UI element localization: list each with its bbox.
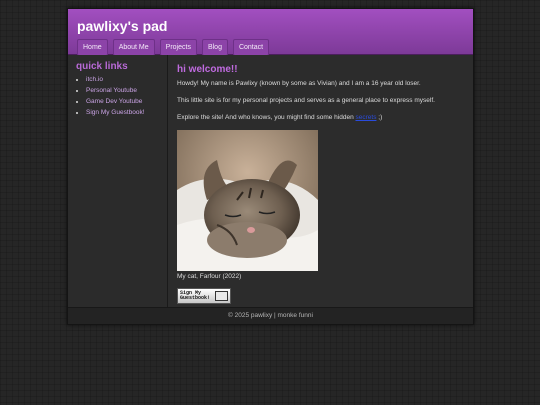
nav-blog-link[interactable]: Blog bbox=[201, 39, 228, 56]
guestbook-button[interactable]: Sign My Guestbook! bbox=[177, 288, 231, 305]
content-row: quick links itch.io Personal Youtube Gam… bbox=[68, 55, 473, 307]
page-container: pawlixy's pad Home About Me Projects Blo… bbox=[67, 8, 474, 325]
explore-before: Explore the site! And who knows, you mig… bbox=[177, 113, 356, 121]
photo-caption: My cat, Farfour (2022) bbox=[177, 273, 242, 281]
site-header: pawlixy's pad Home About Me Projects Blo… bbox=[68, 9, 473, 56]
list-item: Personal Youtube bbox=[86, 87, 159, 94]
intro-text: Howdy! My name is Pawlixy (known by some… bbox=[177, 80, 421, 87]
purpose-text: This little site is for my personal proj… bbox=[177, 96, 435, 104]
explore-after: ;) bbox=[376, 113, 383, 121]
welcome-heading: hi welcome!! bbox=[177, 64, 238, 75]
main-nav: Home About Me Projects Blog Contact bbox=[77, 39, 473, 56]
list-item: Sign My Guestbook! bbox=[86, 109, 159, 116]
sidebar-heading: quick links bbox=[76, 61, 128, 72]
itchio-link[interactable]: itch.io bbox=[86, 76, 103, 83]
cat-photo bbox=[177, 130, 318, 272]
explore-text: Explore the site! And who knows, you mig… bbox=[177, 114, 464, 123]
quick-links-list: itch.io Personal Youtube Game Dev Youtub… bbox=[76, 76, 159, 116]
list-item: Game Dev Youtube bbox=[86, 98, 159, 105]
nav-home-link[interactable]: Home bbox=[77, 39, 108, 56]
nav-projects-link[interactable]: Projects bbox=[159, 39, 197, 56]
site-title: pawlixy's pad bbox=[77, 18, 168, 34]
sidebar: quick links itch.io Personal Youtube Gam… bbox=[68, 55, 168, 307]
nav-about-link[interactable]: About Me bbox=[112, 39, 155, 56]
guestbook-link[interactable]: Sign My Guestbook! bbox=[86, 109, 145, 116]
book-icon bbox=[215, 291, 228, 302]
gamedev-youtube-link[interactable]: Game Dev Youtube bbox=[86, 98, 142, 105]
main-content: hi welcome!! Howdy! My name is Pawlixy (… bbox=[168, 55, 473, 307]
nav-contact-link[interactable]: Contact bbox=[232, 39, 270, 56]
list-item: itch.io bbox=[86, 76, 159, 83]
personal-youtube-link[interactable]: Personal Youtube bbox=[86, 87, 137, 94]
secrets-link[interactable]: secrets bbox=[356, 114, 377, 121]
site-footer: © 2025 pawlixy | monke funni bbox=[68, 307, 473, 324]
